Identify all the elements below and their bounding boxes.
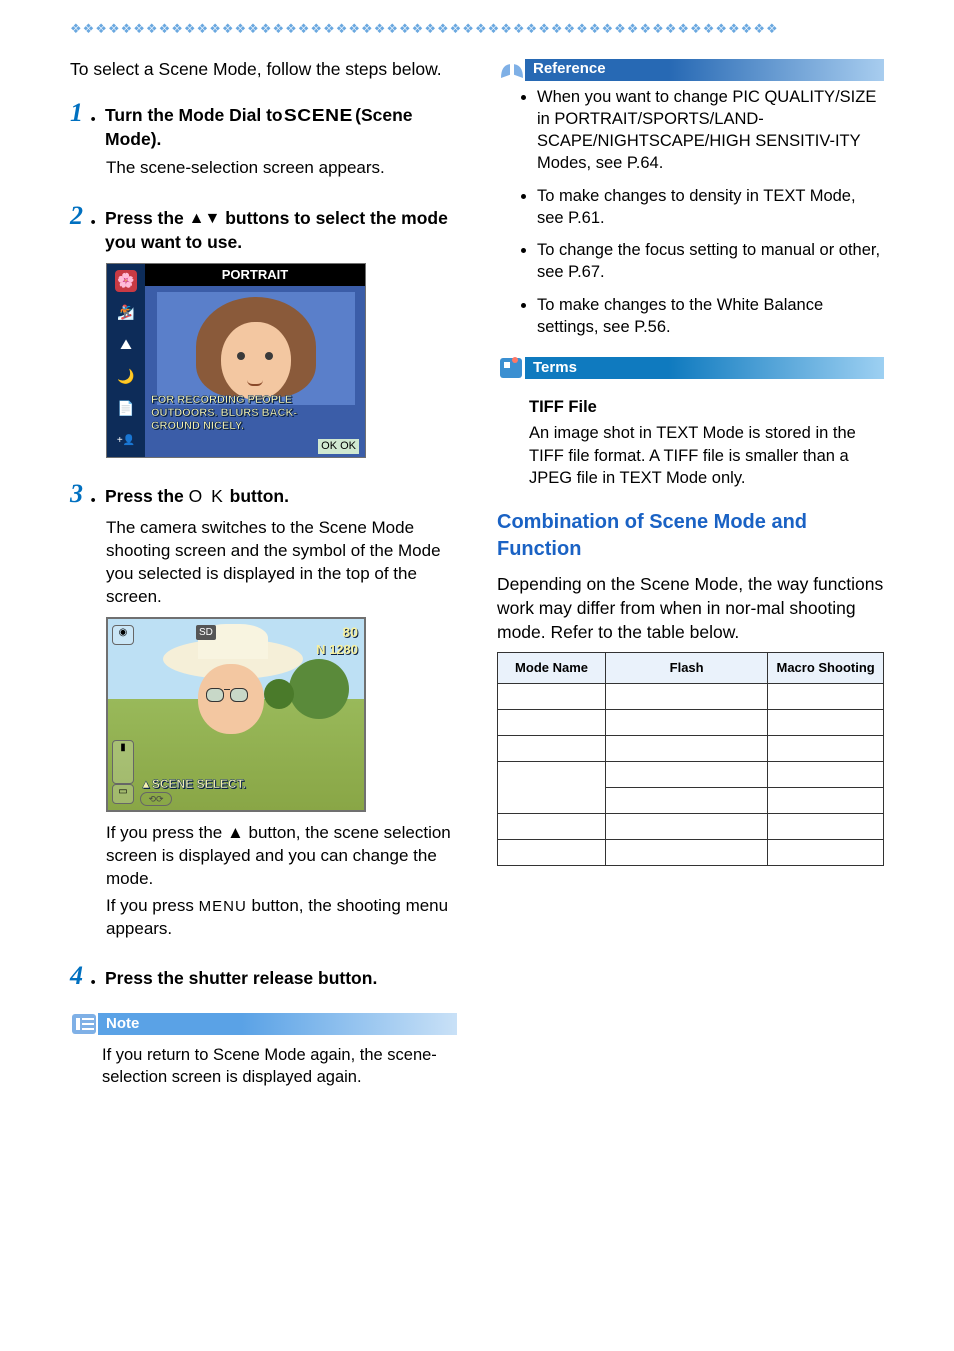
combo-title: Combination of Scene Mode and Function [497, 509, 884, 563]
note-title: Note [106, 1014, 139, 1034]
note-body: If you return to Scene Mode again, the s… [70, 1036, 457, 1089]
nightscape-icon: 🌙 [115, 366, 137, 388]
sd-badge: SD [196, 625, 216, 641]
battery-icon: ▭ [112, 784, 134, 804]
mode-icon: ◉ [112, 625, 134, 645]
lcd-portrait-illustration [157, 292, 355, 405]
reference-item: When you want to change PIC QUALITY/SIZE… [537, 86, 884, 175]
lcd-description: FOR RECORDING PEOPLE OUTDOORS. BLURS BAC… [151, 394, 361, 433]
step-1: 1. Turn the Mode Dial to SCENE (Scene Mo… [70, 95, 457, 180]
header-mode-name: Mode Name [498, 653, 606, 684]
scene-label: SCENE [284, 104, 353, 128]
mode-function-table: Mode Name Flash Macro Shooting [497, 652, 884, 866]
terms-icon [497, 354, 527, 382]
intro-text: To select a Scene Mode, follow the steps… [70, 58, 457, 82]
decorative-sparkles: ❖❖❖❖❖❖❖❖❖❖❖❖❖❖❖❖❖❖❖❖❖❖❖❖❖❖❖❖❖❖❖❖❖❖❖❖❖❖❖❖… [70, 20, 884, 38]
text-icon: 📄 [115, 398, 137, 420]
step-body: The camera switches to the Scene Mode sh… [106, 517, 457, 609]
step-body: If you press the ▲ button, the scene sel… [106, 822, 457, 891]
reference-callout: Reference When you want to change PIC QU… [497, 58, 884, 339]
terms-title: Terms [533, 358, 577, 378]
step-title: Press the O K button. [105, 485, 289, 509]
step-title: Press the shutter release button. [105, 967, 377, 991]
lcd-scene-select-text: ▲SCENE SELECT. [140, 776, 246, 792]
terms-callout: Terms TIFF File An image shot in TEXT Mo… [497, 356, 884, 489]
reference-item: To change the focus setting to manual or… [537, 239, 884, 284]
portrait-icon: 🌸 [115, 270, 137, 292]
table-row [498, 683, 884, 709]
reference-item: To make changes to density in TEXT Mode,… [537, 185, 884, 230]
updown-arrows-icon: ▲▼ [189, 210, 221, 227]
lcd-mode-title: PORTRAIT [145, 264, 365, 286]
lcd-size: N 1280 [316, 641, 358, 659]
sports-icon: 🏂 [115, 302, 137, 324]
table-row [498, 735, 884, 761]
note-icon [70, 1010, 100, 1038]
step-2: 2. Press the ▲▼ buttons to select the mo… [70, 198, 457, 457]
up-arrow-icon: ▲ [227, 823, 244, 842]
table-row [498, 839, 884, 865]
reference-list: When you want to change PIC QUALITY/SIZE… [515, 86, 884, 339]
step-title: Press the ▲▼ buttons to select the mode … [105, 207, 457, 254]
lcd-oval-icon: ⟲⟳ [140, 792, 172, 806]
lcd-shooting-screenshot: ◉ ▮ ▭ SD 80 N 1280 ▲SCENE SELECT. ⟲⟳ [106, 617, 366, 812]
header-flash: Flash [606, 653, 768, 684]
reference-title: Reference [533, 59, 606, 79]
landscape-icon: ⛰ [115, 334, 137, 356]
step-number: 3 [70, 476, 83, 511]
step-4: 4. Press the shutter release button. [70, 958, 457, 993]
reference-item: To make changes to the White Balance set… [537, 294, 884, 339]
lcd-left-icons: ◉ ▮ ▭ [112, 625, 142, 804]
step-number: 4 [70, 958, 83, 993]
table-header-row: Mode Name Flash Macro Shooting [498, 653, 884, 684]
step-number: 1 [70, 95, 83, 130]
table-row [498, 813, 884, 839]
lcd-sidebar-icons: 🌸 🏂 ⛰ 🌙 📄 +👤 [107, 264, 145, 457]
lcd-counter: 80 [342, 623, 358, 642]
terms-body: An image shot in TEXT Mode is stored in … [529, 422, 884, 489]
table-row [498, 709, 884, 735]
terms-heading: TIFF File [529, 396, 884, 418]
zoom-icon: ▮ [112, 740, 134, 784]
step-3: 3. Press the O K button. The camera swit… [70, 476, 457, 941]
step-body: The scene-selection screen appears. [106, 157, 457, 180]
header-macro: Macro Shooting [768, 653, 884, 684]
left-column: To select a Scene Mode, follow the steps… [70, 58, 457, 1103]
combo-body: Depending on the Scene Mode, the way fun… [497, 573, 884, 644]
step-title: Turn the Mode Dial to SCENE (Scene Mode)… [105, 104, 457, 151]
reference-icon [497, 56, 527, 84]
lcd-ok-badge: OK OK [318, 439, 359, 454]
table-row [498, 761, 884, 787]
step-body: If you press MENU button, the shooting m… [106, 895, 457, 941]
step-number: 2 [70, 198, 83, 233]
menu-label: MENU [199, 898, 247, 915]
right-column: Reference When you want to change PIC QU… [497, 58, 884, 1103]
note-callout: Note If you return to Scene Mode again, … [70, 1012, 457, 1089]
high-sensitivity-icon: +👤 [115, 430, 137, 452]
ok-label: O K [189, 486, 225, 506]
lcd-scene-select-screenshot: 🌸 🏂 ⛰ 🌙 📄 +👤 PORTRAIT FOR RECORDING PEOP… [106, 263, 366, 458]
